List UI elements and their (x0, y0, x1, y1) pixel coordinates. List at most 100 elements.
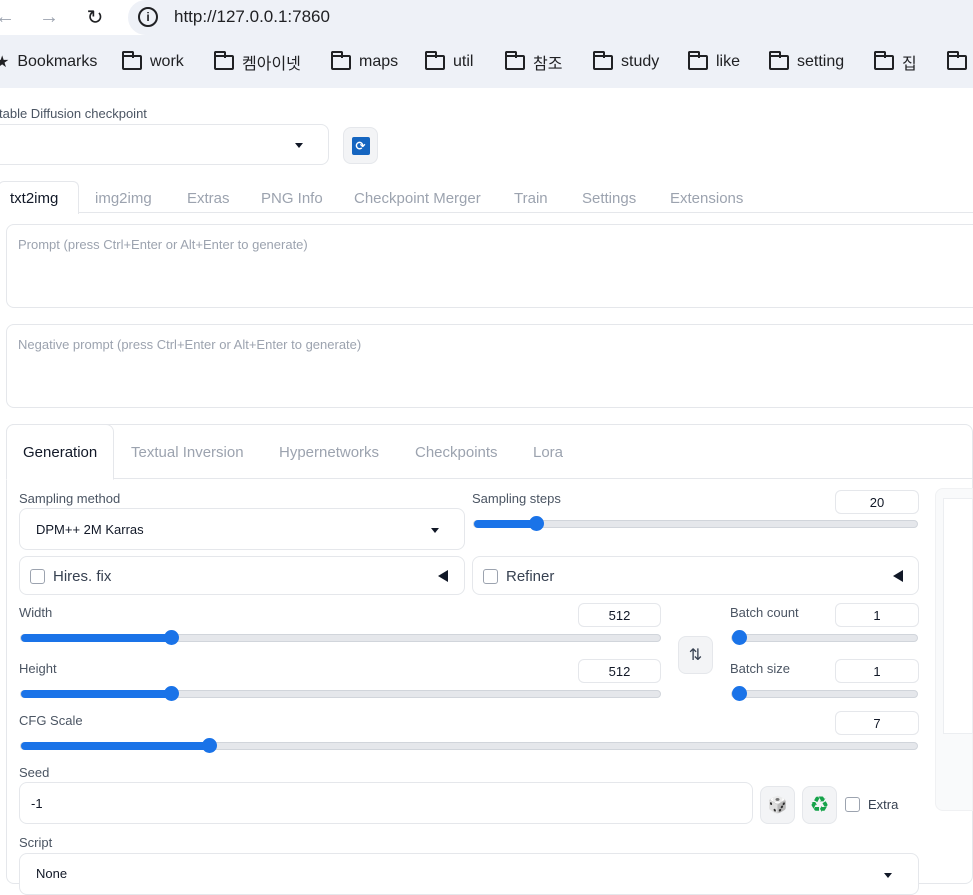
bookmark-label: study (621, 53, 660, 70)
tab-settings[interactable]: Settings (582, 190, 636, 207)
batch-count-slider[interactable] (731, 630, 918, 645)
sampling-steps-input[interactable]: 20 (835, 490, 919, 514)
width-slider[interactable] (20, 630, 661, 645)
tab-hypernetworks[interactable]: Hypernetworks (279, 444, 379, 461)
slider-thumb[interactable] (529, 516, 545, 531)
bookmark-folder[interactable]: 켐아이넷 (214, 50, 301, 73)
refresh-checkpoint-button[interactable]: ⟳ (343, 127, 378, 164)
bookmark-folder[interactable]: 참조 (505, 50, 563, 73)
tabs-divider (0, 212, 973, 213)
reload-icon[interactable]: ↻ (80, 2, 110, 32)
negative-prompt-textarea[interactable]: Negative prompt (press Ctrl+Enter or Alt… (6, 324, 973, 408)
hires-fix-checkbox[interactable] (30, 569, 45, 584)
cfg-scale-input[interactable]: 7 (835, 711, 919, 735)
sampling-steps-slider[interactable] (473, 516, 918, 531)
bookmark-label: util (453, 53, 474, 70)
bookmark-label: work (150, 53, 184, 70)
reuse-seed-button[interactable]: ♻ (802, 786, 837, 824)
batch-size-input[interactable]: 1 (835, 659, 919, 683)
sampling-method-dropdown[interactable]: DPM++ 2M Karras (19, 508, 465, 550)
tab-txt2img-label[interactable]: txt2img (10, 190, 58, 207)
tab-train[interactable]: Train (514, 190, 548, 207)
bookmark-bookmarks[interactable]: ★ Bookmarks (0, 51, 97, 73)
folder-icon (122, 50, 142, 70)
checkpoint-label: table Diffusion checkpoint (0, 106, 147, 121)
sampling-method-value: DPM++ 2M Karras (36, 522, 144, 537)
back-icon[interactable]: ← (0, 2, 20, 32)
extra-label: Extra (868, 797, 899, 812)
folder-icon (425, 50, 445, 70)
bookmark-label: 집 (902, 56, 917, 73)
folder-icon (214, 50, 234, 70)
height-input[interactable]: 512 (578, 659, 661, 683)
prompt-textarea[interactable]: Prompt (press Ctrl+Enter or Alt+Enter to… (6, 224, 973, 308)
bookmark-folder[interactable]: maps (331, 50, 399, 73)
sampling-steps-label: Sampling steps (472, 491, 561, 506)
checkpoint-dropdown[interactable] (0, 124, 329, 165)
folder-icon (688, 50, 708, 70)
tab-textual-inversion[interactable]: Textual Inversion (131, 444, 244, 461)
bookmark-folder[interactable]: like (688, 50, 740, 73)
batch-count-input[interactable]: 1 (835, 603, 919, 627)
slider-fill (21, 634, 172, 642)
slider-thumb[interactable] (732, 686, 747, 701)
refresh-icon: ⟳ (351, 136, 370, 155)
slider-fill (21, 690, 172, 698)
tab-lora[interactable]: Lora (533, 444, 563, 461)
seed-input[interactable]: -1 (19, 782, 753, 824)
refiner-accordion[interactable]: Refiner (472, 556, 919, 595)
output-gallery (943, 498, 973, 734)
bookmark-folder[interactable] (947, 50, 973, 73)
forward-icon[interactable]: → (34, 2, 64, 32)
hires-fix-label: Hires. fix (53, 568, 112, 585)
bookmark-folder[interactable]: 집 (874, 50, 917, 73)
bookmark-label: setting (797, 53, 845, 70)
refiner-checkbox[interactable] (483, 569, 498, 584)
bookmark-folder[interactable]: util (425, 50, 474, 73)
tab-extras[interactable]: Extras (187, 190, 230, 207)
folder-icon (593, 50, 613, 70)
random-seed-button[interactable]: 🎲 (760, 786, 795, 824)
address-text[interactable]: http://127.0.0.1:7860 (174, 7, 330, 27)
script-dropdown[interactable]: None (19, 853, 919, 895)
chevron-down-icon (431, 528, 439, 533)
tab-extensions[interactable]: Extensions (670, 190, 743, 207)
bookmark-folder[interactable]: setting (769, 50, 845, 73)
collapse-triangle-icon[interactable] (438, 570, 448, 582)
batch-size-slider[interactable] (731, 686, 918, 701)
gen-tabs-divider (113, 478, 973, 479)
collapse-triangle-icon[interactable] (893, 570, 903, 582)
height-label: Height (19, 661, 57, 676)
bookmark-label: 참조 (533, 56, 563, 73)
prompt-placeholder: Prompt (press Ctrl+Enter or Alt+Enter to… (18, 237, 308, 252)
width-input[interactable]: 512 (578, 603, 661, 627)
batch-size-label: Batch size (730, 661, 790, 676)
folder-icon (505, 50, 525, 70)
height-slider[interactable] (20, 686, 661, 701)
swap-dimensions-button[interactable]: ⇅ (678, 636, 713, 674)
script-label: Script (19, 835, 53, 850)
tab-img2img[interactable]: img2img (95, 190, 152, 207)
hires-fix-accordion[interactable]: Hires. fix (19, 556, 465, 595)
tab-checkpoints[interactable]: Checkpoints (415, 444, 498, 461)
site-info-icon[interactable]: i (138, 7, 158, 27)
tab-checkpoint-merger[interactable]: Checkpoint Merger (354, 190, 481, 207)
bookmarks-bar: ★ Bookmarks work 켐아이넷 maps util 참조 study… (0, 35, 973, 88)
folder-icon (769, 50, 789, 70)
folder-icon (947, 50, 967, 70)
extra-checkbox[interactable] (845, 797, 860, 812)
batch-count-label: Batch count (730, 605, 799, 620)
bookmark-folder[interactable]: work (122, 50, 184, 73)
slider-thumb[interactable] (732, 630, 747, 645)
bookmark-label: maps (359, 53, 399, 70)
recycle-icon: ♻ (809, 792, 830, 817)
cfg-scale-slider[interactable] (20, 738, 918, 753)
negative-prompt-placeholder: Negative prompt (press Ctrl+Enter or Alt… (18, 337, 362, 352)
tab-generation-label[interactable]: Generation (23, 444, 97, 461)
chevron-down-icon (295, 143, 303, 148)
bookmark-label: 켐아이넷 (242, 56, 301, 73)
address-bar[interactable]: i http://127.0.0.1:7860 (128, 0, 973, 35)
bookmark-folder[interactable]: study (593, 50, 660, 73)
tab-png-info[interactable]: PNG Info (261, 190, 323, 207)
slider-fill (474, 520, 537, 528)
